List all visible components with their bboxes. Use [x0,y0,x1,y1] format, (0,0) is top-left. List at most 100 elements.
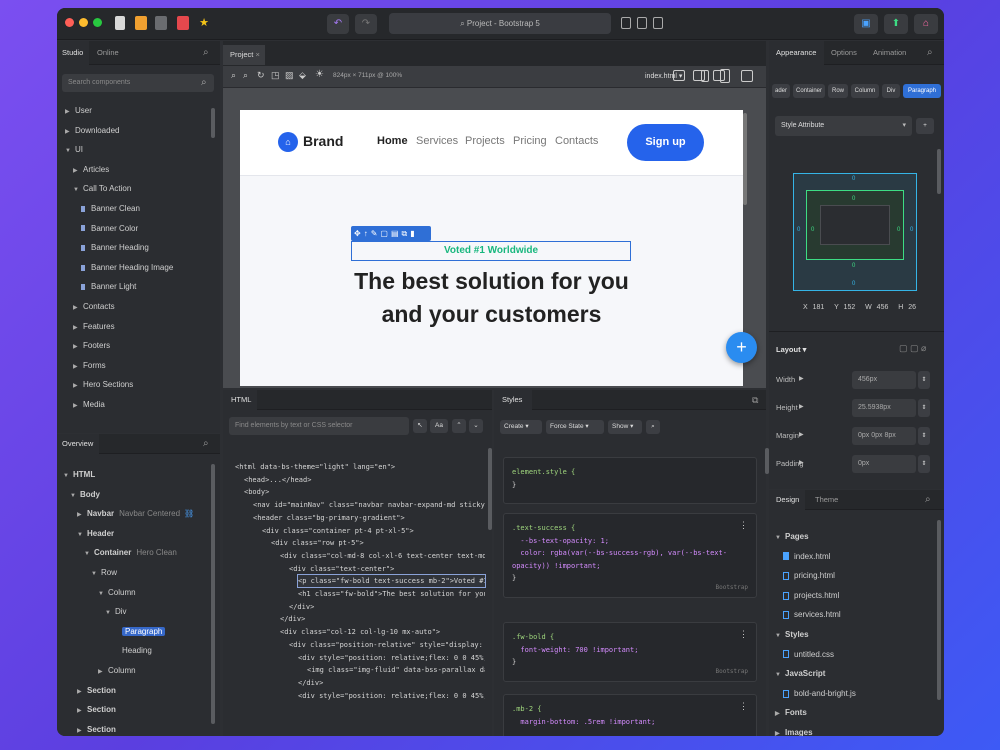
zoom-icon[interactable]: ⌕ [231,70,236,81]
tab-overview[interactable]: Overview [57,434,99,454]
field-label[interactable]: Height [776,403,798,412]
tree-item[interactable]: Banner Heading Image [81,261,173,275]
design-scrollbar[interactable] [937,520,941,700]
nav-link-contacts[interactable]: Contacts [555,135,598,147]
nav-link-services[interactable]: Services [416,135,458,147]
design-tree-item[interactable]: ▶ Fonts [775,706,807,720]
html-code-line[interactable]: <body> [244,486,485,498]
tab-html[interactable]: HTML [223,390,257,410]
element-actions-icon[interactable]: ✥↑✎▢▤⧉▮ [351,229,418,238]
add-style-button[interactable]: + [916,118,934,134]
large-desktop-view-icon[interactable] [713,70,725,81]
html-code-line[interactable]: <div style="position: relative;flex: 0 0… [298,652,485,664]
stepper-icon[interactable]: ⇕ [918,371,930,389]
field-value-input[interactable]: 0px [852,455,916,473]
tab-theme[interactable]: Theme [815,490,838,510]
nav-link-projects[interactable]: Projects [465,135,505,147]
close-icon[interactable]: × [255,50,259,59]
tab-animation[interactable]: Animation [873,41,906,65]
html-code-line[interactable]: <div style="position: relative;flex: 0 0… [298,690,485,702]
prev-match-icon[interactable]: ⌃ [452,419,466,433]
overview-item[interactable]: Heading [112,644,152,658]
padding-right-value[interactable]: 0 [897,227,900,233]
tab-styles[interactable]: Styles [494,390,532,410]
preview-button[interactable]: ▣ [854,14,878,34]
html-code-line[interactable]: <html data-bs-theme="light" lang="en"> [235,461,485,473]
padding-bottom-value[interactable]: 0 [852,263,855,269]
tab-options[interactable]: Options [831,41,857,65]
overview-item[interactable]: ▶ Section [77,684,116,698]
brand-name[interactable]: Brand [303,133,343,149]
tab-project[interactable]: Project × [223,45,265,65]
html-code-line[interactable]: <img class="img-fluid" data-bss-parallax… [307,664,485,676]
design-tree-item[interactable]: index.html [783,550,830,564]
search-icon[interactable]: ⌕ [925,490,931,510]
html-code-line[interactable]: <header class="bg-primary-gradient"> [253,512,485,524]
tree-item[interactable]: ▶ Media [73,398,105,412]
nav-link-pricing[interactable]: Pricing [513,135,547,147]
more-icon[interactable]: ⋮ [739,629,748,640]
margin-left-value[interactable]: 0 [797,227,800,233]
stepper-icon[interactable]: ⇕ [918,399,930,417]
close-window-button[interactable] [65,18,74,27]
export-icon[interactable] [177,16,189,30]
style-attribute-select[interactable]: Style Attribute ▾ [775,116,912,136]
overview-item[interactable]: ▶ Navbar Navbar Centered ⛓ [77,507,194,521]
more-icon[interactable]: ⋮ [739,520,748,531]
component-search-input[interactable]: Search components [62,74,214,92]
tab-online[interactable]: Online [97,41,119,65]
create-button[interactable]: Create ▾ [500,420,542,434]
breadcrumb-item[interactable]: Row [828,84,848,98]
overview-item[interactable]: Paragraph [112,625,166,639]
html-code-line[interactable]: <div class="position-relative" style="di… [289,639,485,651]
overview-item[interactable]: ▼ Body [70,488,100,502]
save-icon[interactable] [155,16,167,30]
search-icon[interactable]: ⌕ [646,420,660,434]
field-value-input[interactable]: 25.5938px [852,399,916,417]
overview-item[interactable]: ▼ Div [105,605,127,619]
next-match-icon[interactable]: ⌄ [469,419,483,433]
search-icon[interactable]: ⌕ [203,434,209,454]
tree-item[interactable]: Banner Heading [81,241,149,255]
html-code-line[interactable]: <p class="fw-bold text-success mb-2">Vot… [297,574,486,589]
element-search-input[interactable]: Find elements by text or CSS selector [229,417,409,435]
search-icon[interactable]: ⌕ [927,41,933,65]
tree-item[interactable]: ▶ Features [73,320,115,334]
overview-item[interactable]: ▶ Column [98,664,136,678]
design-tree-item[interactable]: ▼ Pages [775,530,809,544]
scrollbar[interactable] [211,464,215,724]
tree-item[interactable]: ▶ Contacts [73,300,115,314]
field-value-input[interactable]: 0px 0px 8px [852,427,916,445]
style-rule-card[interactable]: .mb-2 { margin-bottom: .5rem !important;… [503,694,757,736]
rule-source[interactable]: Bootstrap [715,668,748,675]
nav-link-home[interactable]: Home [377,135,408,147]
overview-item[interactable]: ▶ Section [77,723,116,736]
style-rule-card[interactable]: element.style {} [503,457,757,504]
box-model-margin[interactable]: 0 0 0 0 0 0 0 0 [793,173,917,291]
design-tree-item[interactable]: services.html [783,608,841,622]
case-toggle[interactable]: Aa [430,419,448,433]
html-code-line[interactable]: <nav id="mainNav" class="navbar navbar-e… [253,499,485,511]
zoom-out-icon[interactable]: ⌕ [243,70,248,81]
preview-scrollbar[interactable] [743,113,747,205]
field-label[interactable]: Width [776,375,795,384]
tree-item[interactable]: ▶ Hero Sections [73,378,133,392]
field-label[interactable]: Margin [776,431,799,440]
project-title-search[interactable]: ⌕ Project - Bootstrap 5 [389,13,611,34]
new-file-icon[interactable] [115,16,125,30]
html-code-line[interactable]: <div class="container pt-4 pt-xl-5"> [262,525,485,537]
layout-section-title[interactable]: Layout ▾ [776,345,806,354]
design-tree-item[interactable]: pricing.html [783,569,835,583]
design-tree-item[interactable]: untitled.css [783,648,834,662]
overview-item[interactable]: ▼ Container Hero Clean [84,546,177,560]
html-code-line[interactable]: <head>...</head> [244,474,485,486]
rule-source[interactable]: Bootstrap [715,584,748,591]
minimize-window-button[interactable] [79,18,88,27]
tab-design[interactable]: Design [769,490,805,510]
open-folder-icon[interactable] [135,16,147,30]
force-state-button[interactable]: Force State ▾ [546,420,604,434]
layout-actions-icon[interactable]: ▢ ▢ ⌀ [899,343,926,354]
desktop-view-icon[interactable] [693,70,705,81]
html-code-line[interactable]: <div class="col-12 col-lg-10 mx-auto"> [280,626,485,638]
stepper-icon[interactable]: ⇕ [918,455,930,473]
